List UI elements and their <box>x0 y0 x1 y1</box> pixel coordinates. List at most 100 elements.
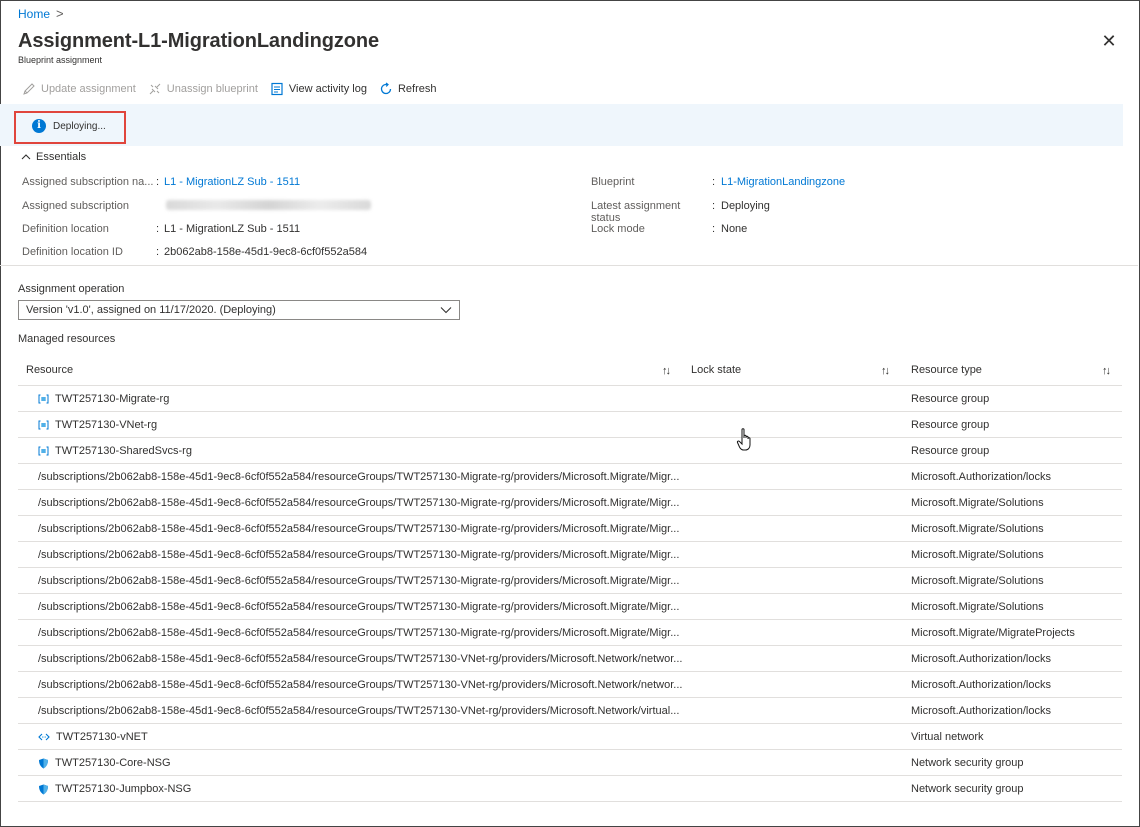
resource-name-link[interactable]: TWT257130-SharedSvcs-rg <box>55 445 192 457</box>
table-row[interactable]: /subscriptions/2b062ab8-158e-45d1-9ec8-6… <box>18 542 1122 568</box>
resource-path: /subscriptions/2b062ab8-158e-45d1-9ec8-6… <box>38 653 683 665</box>
column-header-lock-state[interactable]: Lock state <box>691 364 741 376</box>
status-banner <box>0 104 1123 146</box>
table-row[interactable]: /subscriptions/2b062ab8-158e-45d1-9ec8-6… <box>18 490 1122 516</box>
chevron-up-icon <box>21 154 31 160</box>
resource-path: /subscriptions/2b062ab8-158e-45d1-9ec8-6… <box>38 575 680 587</box>
breadcrumb: Home > <box>18 6 64 21</box>
column-header-resource[interactable]: Resource <box>26 364 73 376</box>
resource-group-icon <box>38 420 49 430</box>
essentials-blueprint: Blueprint : L1-MigrationLandingzone <box>591 176 845 188</box>
assigned-subscription-link[interactable]: L1 - MigrationLZ Sub - 1511 <box>164 176 300 188</box>
resource-cell: /subscriptions/2b062ab8-158e-45d1-9ec8-6… <box>38 523 679 535</box>
refresh-label: Refresh <box>397 83 437 95</box>
resource-path: /subscriptions/2b062ab8-158e-45d1-9ec8-6… <box>38 679 683 691</box>
redacted-subscription-id <box>166 200 371 210</box>
latest-status-value: Deploying <box>721 200 770 212</box>
update-assignment-label: Update assignment <box>41 83 136 95</box>
resource-group-icon <box>38 394 49 404</box>
view-activity-log-button[interactable]: View activity log <box>270 82 367 96</box>
resource-type-cell: Microsoft.Authorization/locks <box>911 705 1051 717</box>
table-row[interactable]: /subscriptions/2b062ab8-158e-45d1-9ec8-6… <box>18 620 1122 646</box>
resource-cell: TWT257130-Core-NSG <box>38 757 171 769</box>
resource-type-cell: Network security group <box>911 783 1024 795</box>
managed-resources-label: Managed resources <box>18 333 116 345</box>
resource-type-cell: Microsoft.Authorization/locks <box>911 679 1051 691</box>
close-icon[interactable]: ✕ <box>1100 32 1118 50</box>
resource-name-link[interactable]: TWT257130-VNet-rg <box>55 419 157 431</box>
table-row[interactable]: /subscriptions/2b062ab8-158e-45d1-9ec8-6… <box>18 594 1122 620</box>
status-banner-content: i Deploying... <box>32 119 106 133</box>
table-row[interactable]: TWT257130-VNet-rg Resource group <box>18 412 1122 438</box>
resource-group-icon <box>38 446 49 456</box>
essentials-label: Definition location ID <box>22 246 123 258</box>
update-assignment-button[interactable]: Update assignment <box>22 82 136 96</box>
table-row[interactable]: TWT257130-Jumpbox-NSG Network security gr… <box>18 776 1122 802</box>
essentials-assigned-subscription-name: Assigned subscription na... : L1 - Migra… <box>22 176 300 188</box>
resource-cell: /subscriptions/2b062ab8-158e-45d1-9ec8-6… <box>38 575 679 587</box>
resource-cell: TWT257130-Jumpbox-NSG <box>38 783 191 795</box>
table-row[interactable]: /subscriptions/2b062ab8-158e-45d1-9ec8-6… <box>18 698 1122 724</box>
table-row[interactable]: TWT257130-SharedSvcs-rg Resource group <box>18 438 1122 464</box>
essentials-label: Assigned subscription <box>22 200 130 212</box>
network-security-group-icon <box>38 784 49 795</box>
page-title: Assignment-L1-MigrationLandingzone <box>18 30 380 52</box>
refresh-icon <box>380 82 392 95</box>
resource-cell: TWT257130-VNet-rg <box>38 419 157 431</box>
table-row[interactable]: TWT257130-vNET Virtual network <box>18 724 1122 750</box>
assignment-operation-dropdown[interactable]: Version 'v1.0', assigned on 11/17/2020. … <box>18 300 460 320</box>
table-row[interactable]: /subscriptions/2b062ab8-158e-45d1-9ec8-6… <box>18 646 1122 672</box>
view-activity-log-label: View activity log <box>288 83 367 95</box>
definition-location-value: L1 - MigrationLZ Sub - 1511 <box>164 223 301 235</box>
divider <box>0 265 1138 266</box>
colon-separator: : <box>712 200 716 212</box>
resource-type-cell: Resource group <box>911 445 990 457</box>
sort-icon[interactable]: ↑↓ <box>662 365 671 377</box>
resource-cell: TWT257130-SharedSvcs-rg <box>38 445 192 457</box>
breadcrumb-home-link[interactable]: Home <box>18 7 50 21</box>
table-row[interactable]: /subscriptions/2b062ab8-158e-45d1-9ec8-6… <box>18 464 1122 490</box>
pencil-icon <box>23 83 35 95</box>
blueprint-link[interactable]: L1-MigrationLandingzone <box>721 176 845 188</box>
refresh-button[interactable]: Refresh <box>379 82 437 96</box>
resource-cell: /subscriptions/2b062ab8-158e-45d1-9ec8-6… <box>38 497 679 509</box>
resource-name-link[interactable]: TWT257130-vNET <box>56 731 148 743</box>
resource-path: /subscriptions/2b062ab8-158e-45d1-9ec8-6… <box>38 497 680 509</box>
resource-path: /subscriptions/2b062ab8-158e-45d1-9ec8-6… <box>38 471 680 483</box>
resource-type-cell: Resource group <box>911 393 990 405</box>
resource-type-cell: Network security group <box>911 757 1024 769</box>
colon-separator <box>156 200 164 212</box>
essentials-label: Definition location <box>22 223 109 235</box>
resource-type-cell: Virtual network <box>911 731 984 743</box>
network-security-group-icon <box>38 758 49 769</box>
table-row[interactable]: TWT257130-Core-NSG Network security group <box>18 750 1122 776</box>
essentials-lock-mode: Lock mode : None <box>591 223 747 235</box>
table-row[interactable]: /subscriptions/2b062ab8-158e-45d1-9ec8-6… <box>18 672 1122 698</box>
resource-type-cell: Microsoft.Migrate/Solutions <box>911 549 1044 561</box>
essentials-label: Essentials <box>36 151 87 163</box>
activity-log-icon <box>271 82 283 96</box>
essentials-toggle[interactable]: Essentials <box>21 151 86 163</box>
sort-icon[interactable]: ↑↓ <box>1102 365 1111 377</box>
resource-cell: /subscriptions/2b062ab8-158e-45d1-9ec8-6… <box>38 705 679 717</box>
resource-path: /subscriptions/2b062ab8-158e-45d1-9ec8-6… <box>38 627 680 639</box>
resource-name-link[interactable]: TWT257130-Core-NSG <box>55 757 171 769</box>
table-row[interactable]: /subscriptions/2b062ab8-158e-45d1-9ec8-6… <box>18 516 1122 542</box>
resource-path: /subscriptions/2b062ab8-158e-45d1-9ec8-6… <box>38 549 680 561</box>
column-header-resource-type[interactable]: Resource type <box>911 364 982 376</box>
table-row[interactable]: TWT257130-Migrate-rg Resource group <box>18 386 1122 412</box>
sort-icon[interactable]: ↑↓ <box>881 365 890 377</box>
resource-path: /subscriptions/2b062ab8-158e-45d1-9ec8-6… <box>38 523 680 535</box>
table-row[interactable]: /subscriptions/2b062ab8-158e-45d1-9ec8-6… <box>18 568 1122 594</box>
resource-cell: /subscriptions/2b062ab8-158e-45d1-9ec8-6… <box>38 653 682 665</box>
resource-name-link[interactable]: TWT257130-Migrate-rg <box>55 393 169 405</box>
resource-name-link[interactable]: TWT257130-Jumpbox-NSG <box>55 783 191 795</box>
unassign-blueprint-button[interactable]: Unassign blueprint <box>148 82 258 96</box>
colon-separator: : <box>712 223 716 235</box>
resource-cell: /subscriptions/2b062ab8-158e-45d1-9ec8-6… <box>38 471 679 483</box>
status-banner-text: Deploying... <box>53 120 106 132</box>
resource-type-cell: Microsoft.Migrate/Solutions <box>911 601 1044 613</box>
essentials-definition-location: Definition location : L1 - MigrationLZ S… <box>22 223 300 235</box>
assignment-operation-label: Assignment operation <box>18 283 125 295</box>
resource-type-cell: Microsoft.Migrate/Solutions <box>911 497 1044 509</box>
